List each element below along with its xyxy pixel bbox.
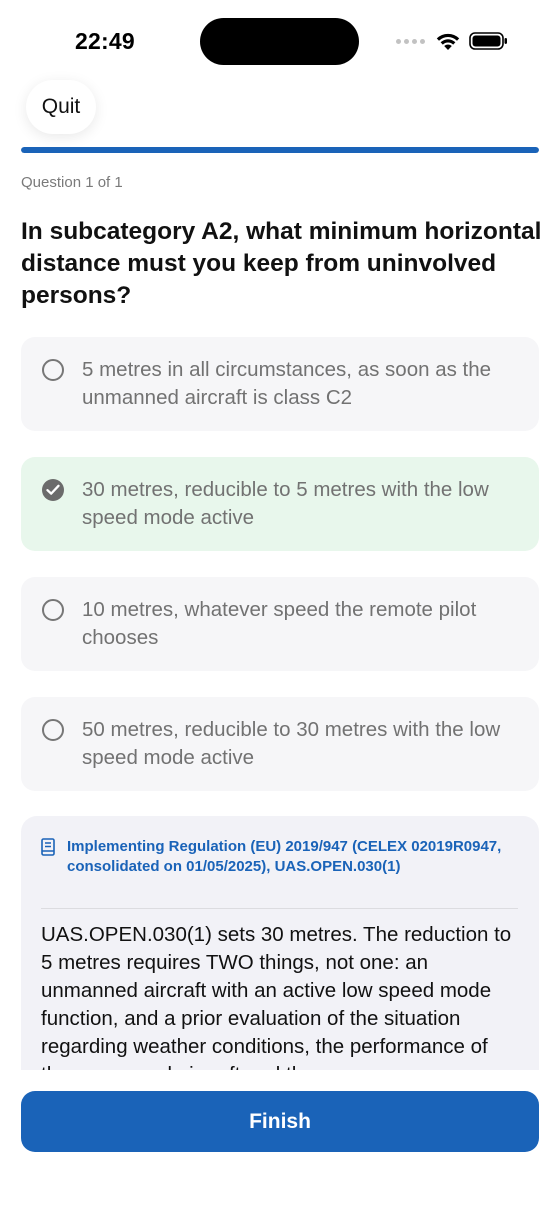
answer-option-4[interactable]: 50 metres, reducible to 30 metres with t… [21, 697, 539, 791]
progress-bar [21, 147, 539, 153]
answer-option-3[interactable]: 10 metres, whatever speed the remote pil… [21, 577, 539, 671]
answer-option-2[interactable]: 30 metres, reducible to 5 metres with th… [21, 457, 539, 551]
answer-option-label: 50 metres, reducible to 30 metres with t… [82, 718, 501, 769]
status-icons [396, 30, 509, 52]
book-icon [41, 838, 55, 856]
answer-option-label: 10 metres, whatever speed the remote pil… [82, 598, 477, 649]
radio-unchecked-icon [42, 359, 64, 381]
answer-options: 5 metres in all circumstances, as soon a… [21, 337, 539, 817]
radio-unchecked-icon [42, 599, 64, 621]
status-time: 22:49 [75, 28, 135, 54]
explanation-text: UAS.OPEN.030(1) sets 30 metres. The redu… [41, 923, 512, 1070]
question-text: In subcategory A2, what minimum horizont… [21, 218, 542, 309]
explanation-panel[interactable]: Implementing Regulation (EU) 2019/947 (C… [21, 816, 539, 1070]
question-counter: Question 1 of 1 [21, 174, 123, 191]
wifi-icon [436, 33, 460, 50]
divider [41, 908, 518, 909]
quit-button[interactable]: Quit [26, 80, 96, 134]
answer-option-1[interactable]: 5 metres in all circumstances, as soon a… [21, 337, 539, 431]
finish-button[interactable]: Finish [21, 1091, 539, 1152]
dynamic-island [200, 18, 359, 65]
source-citation: Implementing Regulation (EU) 2019/947 (C… [67, 838, 502, 875]
cellular-signal-icon [396, 38, 425, 44]
answer-option-label: 5 metres in all circumstances, as soon a… [82, 358, 492, 409]
checkmark-circle-icon [42, 479, 64, 501]
status-bar: 22:49 [0, 0, 559, 82]
answer-option-label: 30 metres, reducible to 5 metres with th… [82, 478, 489, 529]
progress-bar-fill [21, 147, 539, 153]
battery-icon [469, 32, 507, 50]
radio-unchecked-icon [42, 719, 64, 741]
